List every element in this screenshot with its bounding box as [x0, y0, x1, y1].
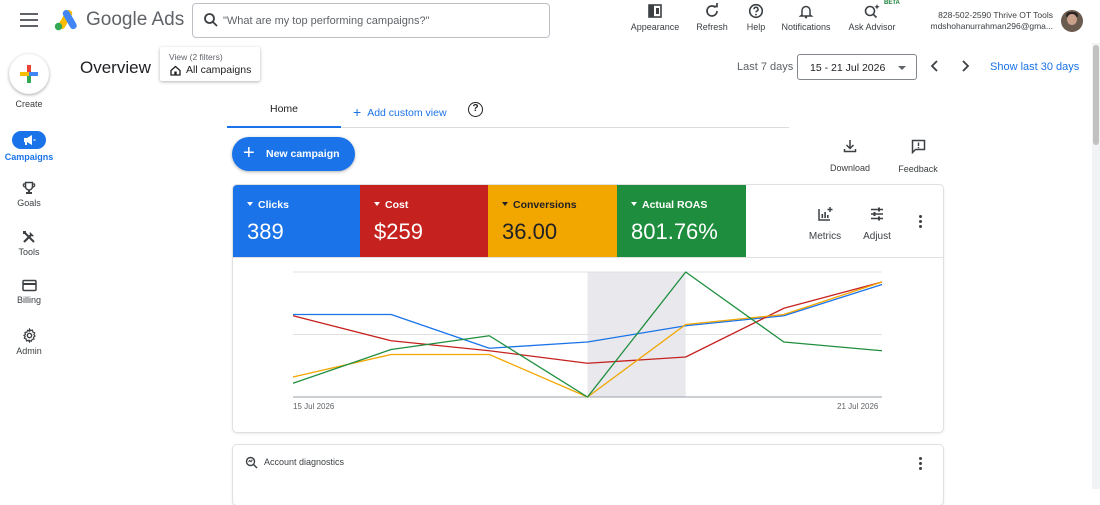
adjust-button[interactable]: Adjust	[859, 206, 895, 242]
view-filters-label: View (2 filters)	[169, 52, 223, 62]
search-input[interactable]: "What are my top performing campaigns?"	[192, 3, 550, 38]
avatar[interactable]	[1061, 10, 1083, 32]
x-axis-start-label: 15 Jul 2026	[293, 402, 335, 411]
refresh-icon	[706, 3, 718, 17]
home-icon	[170, 65, 181, 76]
sidebar-item-goals[interactable]: Goals	[0, 181, 58, 208]
help-icon	[748, 3, 764, 19]
advisor-sparkle-icon	[864, 4, 880, 19]
page-title: Overview	[80, 58, 151, 77]
plus-icon: +	[243, 142, 255, 164]
metrics-button[interactable]: Metrics	[805, 206, 845, 242]
date-range-label: Last 7 days	[737, 61, 794, 73]
account-email: mdshohanurrahman296@gma...	[930, 21, 1053, 31]
google-ads-logo-icon	[54, 10, 77, 31]
download-button[interactable]: Download	[827, 139, 873, 173]
sidebar-item-create[interactable]: Create	[0, 96, 58, 109]
add-chart-icon	[818, 207, 833, 221]
x-axis-end-label: 21 Jul 2026	[837, 402, 879, 411]
dropdown-arrow-icon	[502, 202, 508, 206]
sidebar-item-campaigns[interactable]: Campaigns	[0, 131, 58, 162]
account-id: 828-502-2590 Thrive OT Tools	[938, 10, 1053, 20]
credit-card-icon	[21, 279, 37, 292]
create-button[interactable]	[9, 54, 49, 94]
plus-icon: +	[353, 104, 362, 120]
appearance-icon	[648, 4, 662, 18]
menu-icon[interactable]	[20, 13, 38, 27]
bell-icon	[798, 5, 814, 19]
chevron-down-icon	[898, 66, 906, 70]
metric-clicks[interactable]: Clicks 389	[233, 185, 360, 257]
tune-icon	[871, 207, 883, 221]
ask-advisor-button[interactable]: Ask Advisor	[845, 3, 899, 35]
account-diagnostics-card[interactable]: Account diagnostics	[233, 445, 943, 505]
show-last-30-days-link[interactable]: Show last 30 days	[990, 61, 1079, 73]
sidebar-item-billing[interactable]: Billing	[0, 279, 58, 305]
metric-value: 389	[247, 219, 284, 244]
more-options-icon[interactable]	[919, 457, 922, 472]
search-icon	[204, 13, 218, 27]
metric-conversions[interactable]: Conversions 36.00	[488, 185, 617, 257]
megaphone-icon	[24, 135, 36, 145]
metric-value: $259	[374, 219, 423, 244]
date-range-dropdown[interactable]: 15 - 21 Jul 2026	[797, 54, 917, 80]
add-custom-view-button[interactable]: + Add custom view	[353, 103, 447, 120]
dropdown-arrow-icon	[374, 202, 380, 206]
dropdown-arrow-icon	[247, 202, 253, 206]
more-options-icon[interactable]	[919, 215, 922, 230]
sidebar-item-admin[interactable]: Admin	[0, 328, 58, 356]
top-bar: Google Ads "What are my top performing c…	[0, 0, 1100, 42]
appearance-button[interactable]: Appearance	[628, 3, 682, 35]
trophy-icon	[22, 181, 36, 194]
sidebar-item-tools[interactable]: Tools	[0, 230, 58, 257]
download-icon	[843, 140, 857, 153]
chevron-left-icon[interactable]	[928, 58, 942, 74]
search-placeholder: "What are my top performing campaigns?"	[223, 15, 430, 27]
view-selector[interactable]: View (2 filters) All campaigns	[160, 47, 260, 81]
performance-card: Clicks 389 Cost $259 Conversions 36.00 A…	[233, 185, 943, 432]
view-tabs: Home + Add custom view ?	[227, 94, 789, 128]
dropdown-arrow-icon	[631, 202, 637, 206]
account-info[interactable]: 828-502-2590 Thrive OT Tools mdshohanurr…	[920, 10, 1053, 32]
page-scrollbar[interactable]	[1092, 43, 1100, 489]
feedback-icon	[911, 139, 925, 155]
metric-actual-roas[interactable]: Actual ROAS 801.76%	[617, 185, 746, 257]
beta-badge: BETA	[884, 0, 900, 6]
diagnostics-search-icon	[245, 456, 258, 469]
tools-icon	[23, 231, 35, 243]
new-campaign-button[interactable]: + New campaign	[232, 137, 355, 171]
tab-home[interactable]: Home	[227, 94, 341, 128]
brand-name: Google Ads	[86, 9, 185, 30]
metric-value: 36.00	[502, 219, 558, 244]
metric-value: 801.76%	[631, 219, 718, 244]
help-button[interactable]: Help	[741, 3, 771, 35]
chevron-right-icon[interactable]	[958, 58, 972, 74]
metric-cost[interactable]: Cost $259	[360, 185, 488, 257]
view-name: All campaigns	[186, 64, 252, 76]
diagnostics-title: Account diagnostics	[264, 457, 345, 467]
feedback-button[interactable]: Feedback	[894, 139, 942, 174]
notifications-button[interactable]: Notifications	[778, 3, 834, 35]
gear-icon	[22, 328, 36, 343]
refresh-button[interactable]: Refresh	[692, 3, 732, 35]
help-icon[interactable]: ?	[468, 102, 483, 117]
